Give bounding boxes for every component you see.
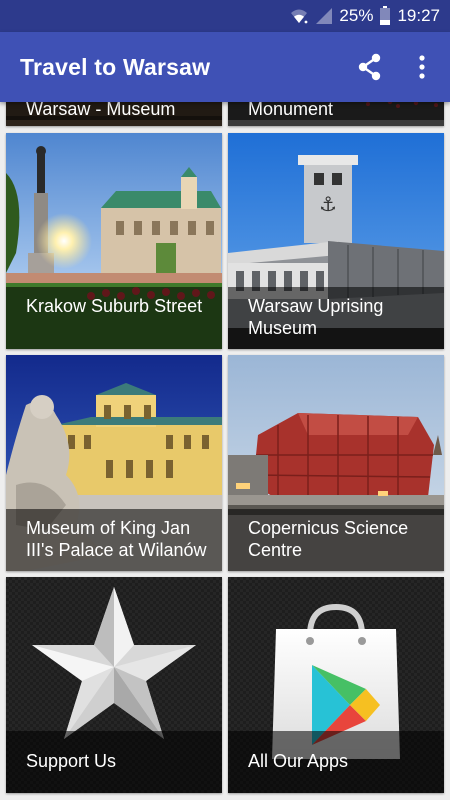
clock: 19:27: [397, 6, 440, 25]
status-icons: 25% 19:27: [289, 0, 440, 32]
wifi-icon: [289, 7, 309, 25]
tile-caption: Warsaw Uprising Museum: [228, 287, 444, 349]
tile-label: Copernicus Science Centre: [248, 518, 409, 560]
tile-label: Warsaw Uprising Museum: [248, 296, 384, 338]
overflow-menu-button[interactable]: [410, 51, 434, 83]
app-title: Travel to Warsaw: [20, 54, 211, 80]
svg-text:⚓: ⚓: [319, 192, 337, 216]
status-bar: 25% 19:27: [0, 0, 450, 32]
tile-copernicus-science-centre[interactable]: Copernicus Science Centre: [228, 355, 444, 571]
battery-icon: [379, 6, 391, 26]
tile-caption: Copernicus Science Centre: [228, 509, 444, 571]
tile-label: Museum of King Jan III's Palace at Wilan…: [26, 518, 207, 560]
tile-all-our-apps[interactable]: All Our Apps: [228, 577, 444, 793]
tile-warsaw-uprising-museum[interactable]: ⚓ Warsaw Uprising Museum: [228, 133, 444, 349]
tile-label: Support Us: [26, 751, 117, 771]
tile-label: All Our Apps: [248, 751, 349, 771]
app-bar: Travel to Warsaw: [0, 32, 450, 102]
more-vertical-icon: [410, 55, 434, 87]
tile-label: Monument: [248, 99, 334, 119]
tile-caption: Support Us: [6, 731, 222, 793]
tile-krakow-suburb-street[interactable]: Krakow Suburb Street: [6, 133, 222, 349]
tile-caption: Museum of King Jan III's Palace at Wilan…: [6, 509, 222, 571]
tile-caption: All Our Apps: [228, 731, 444, 793]
tile-wilanow-palace[interactable]: Museum of King Jan III's Palace at Wilan…: [6, 355, 222, 571]
signal-icon: [315, 7, 333, 25]
tile-label: Krakow Suburb Street: [26, 296, 203, 316]
tile-support-us[interactable]: Support Us: [6, 577, 222, 793]
tile-label: Warsaw - Museum: [26, 99, 176, 119]
share-button[interactable]: [354, 51, 386, 83]
battery-percent: 25%: [339, 6, 374, 25]
share-icon: [354, 53, 386, 87]
tile-caption: Krakow Suburb Street: [6, 287, 222, 349]
